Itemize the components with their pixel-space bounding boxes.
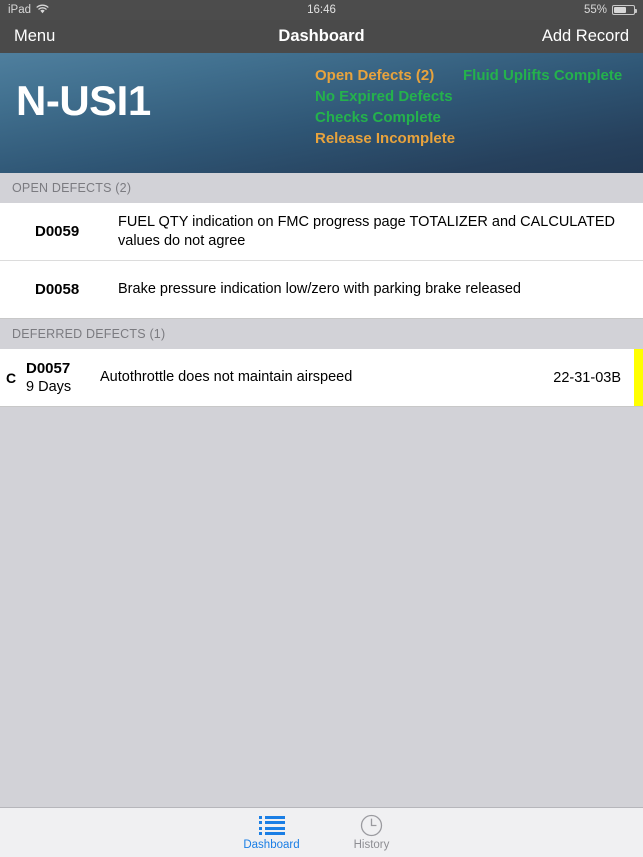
battery-icon [612,5,637,15]
battery-percent-label: 55% [583,4,607,16]
defect-status-flag [634,349,643,406]
clock-icon [360,814,383,838]
defect-id: D0059 [35,223,80,240]
status-expired-defects[interactable]: No Expired Defects [315,86,463,107]
status-summary-row: Release Incomplete [315,128,635,149]
deferred-defects-list: C D0057 9 Days Autothrottle does not mai… [0,349,643,407]
content-area: OPEN DEFECTS (2) D0059 FUEL QTY indicati… [0,173,643,807]
status-open-defects[interactable]: Open Defects (2) [315,65,463,86]
status-bar-clock: 16:46 [307,4,336,16]
add-record-button[interactable]: Add Record [542,27,629,46]
defect-description: Brake pressure indication low/zero with … [118,281,521,297]
status-summary: Open Defects (2) Fluid Uplifts Complete … [315,65,635,149]
status-summary-row: Checks Complete [315,107,635,128]
section-header-open-defects: OPEN DEFECTS (2) [0,173,643,203]
defect-category: C [5,369,17,386]
navigation-bar: Menu Dashboard Add Record [0,20,643,53]
defect-description: FUEL QTY indication on FMC progress page… [118,213,615,249]
tab-history[interactable]: History [322,808,422,857]
status-release[interactable]: Release Incomplete [315,128,463,149]
aircraft-registration: N-USI1 [16,77,151,124]
defect-days-remaining: 9 Days [26,378,72,395]
status-fluid-uplifts[interactable]: Fluid Uplifts Complete [463,65,622,86]
defect-id-block: D0057 9 Days [22,359,100,397]
defect-description: Autothrottle does not maintain airspeed [100,369,353,385]
tab-dashboard-label: Dashboard [243,838,300,851]
section-header-deferred-defects: DEFERRED DEFECTS (1) [0,319,643,349]
defect-id-block: D0058 [0,280,118,299]
defect-ata-code: 22-31-03B [553,369,621,386]
table-row[interactable]: C D0057 9 Days Autothrottle does not mai… [0,349,643,407]
status-checks[interactable]: Checks Complete [315,107,463,128]
tab-history-label: History [353,838,390,851]
status-summary-row: No Expired Defects [315,86,635,107]
tab-bar: Dashboard History [0,807,643,857]
status-bar: iPad 16:46 55% [0,0,643,20]
status-bar-right: 55% [583,4,637,16]
defect-id-block: D0059 [0,222,118,241]
status-summary-row: Open Defects (2) Fluid Uplifts Complete [315,65,635,86]
app-root: iPad 16:46 55% Menu Dashboard Add Record… [0,0,643,857]
table-row[interactable]: D0058 Brake pressure indication low/zero… [0,261,643,319]
open-defects-list: D0059 FUEL QTY indication on FMC progres… [0,203,643,319]
defect-id: D0057 [26,359,71,377]
aircraft-header: N-USI1 Open Defects (2) Fluid Uplifts Co… [0,53,643,173]
defect-id: D0058 [35,281,80,298]
table-row[interactable]: D0059 FUEL QTY indication on FMC progres… [0,203,643,261]
tab-dashboard[interactable]: Dashboard [222,808,322,857]
list-icon [258,814,285,838]
